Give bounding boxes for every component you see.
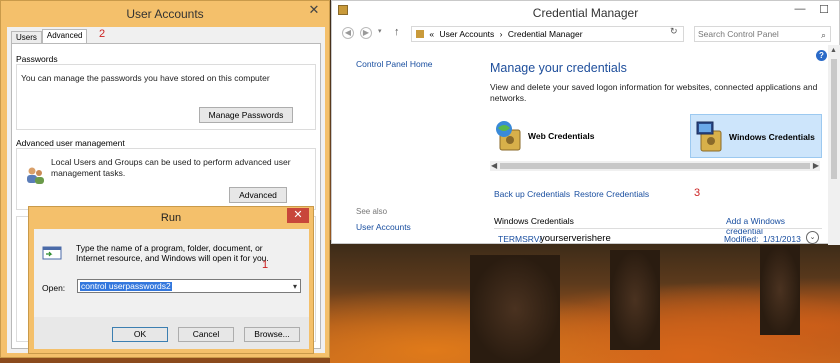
credential-manager-titlebar[interactable]: Credential Manager — ☐ xyxy=(332,1,839,23)
step-annotation-3: 3 xyxy=(694,187,701,199)
user-accounts-titlebar[interactable]: User Accounts ✕ xyxy=(1,1,329,27)
section-divider xyxy=(494,228,822,229)
breadcrumb-item-user-accounts[interactable]: User Accounts xyxy=(439,29,494,39)
tree-trunk xyxy=(610,250,660,350)
scroll-right-icon[interactable]: ▶ xyxy=(813,161,819,170)
manage-passwords-button[interactable]: Manage Passwords xyxy=(199,107,293,123)
open-label: Open: xyxy=(42,283,66,293)
windows-credentials-section-label: Windows Credentials xyxy=(494,216,574,226)
windows-credentials-label: Windows Credentials xyxy=(729,132,815,142)
chevron-down-icon[interactable]: ▾ xyxy=(293,282,297,291)
breadcrumb-item-credential-manager[interactable]: Credential Manager xyxy=(508,29,583,39)
users-group-icon xyxy=(25,165,45,185)
page-subtitle: View and delete your saved logon informa… xyxy=(490,82,818,103)
browse-button[interactable]: Browse... xyxy=(244,327,300,342)
credential-manager-sidebar: Control Panel Home See also User Account… xyxy=(332,49,480,244)
advanced-user-management-heading: Advanced user management xyxy=(16,138,125,148)
credential-modified-label: Modified: xyxy=(724,234,759,244)
control-panel-icon xyxy=(416,30,424,38)
web-credentials-icon xyxy=(494,120,524,152)
search-input[interactable]: Search Control Panel ⌕ xyxy=(694,26,831,42)
breadcrumb-separator: › xyxy=(499,29,503,39)
run-dialog-close-button[interactable]: ✕ xyxy=(287,208,309,223)
advanced-user-management-group: Local Users and Groups can be used to pe… xyxy=(16,148,316,210)
open-command-value: control userpasswords2 xyxy=(80,281,172,291)
credential-manager-window: Credential Manager — ☐ ◀ ▶ ▾ ↑ « User Ac… xyxy=(331,0,840,245)
search-icon[interactable]: ⌕ xyxy=(821,28,826,42)
credential-entry-prefix: TERMSRV/ xyxy=(498,234,542,244)
tiles-horizontal-scrollbar[interactable]: ◀ ▶ xyxy=(490,161,820,171)
scroll-up-icon[interactable]: ▲ xyxy=(830,47,837,54)
run-program-icon xyxy=(42,245,62,261)
windows-credentials-icon xyxy=(695,121,725,153)
tree-trunk xyxy=(760,245,800,335)
run-dialog-footer: OK Cancel Browse... xyxy=(34,317,309,349)
advanced-user-management-text: Local Users and Groups can be used to pe… xyxy=(51,157,291,178)
credential-entry-host: yourserverishere xyxy=(540,233,611,244)
step-annotation-2: 2 xyxy=(99,28,106,40)
forward-arrow-icon[interactable]: ▶ xyxy=(360,27,372,39)
web-credentials-label: Web Credentials xyxy=(528,131,595,141)
scroll-left-icon[interactable]: ◀ xyxy=(491,161,497,170)
run-dialog-title: Run xyxy=(160,212,182,224)
vertical-scroll-thumb[interactable] xyxy=(831,59,837,179)
run-dialog-body: Type the name of a program, folder, docu… xyxy=(34,229,309,349)
advanced-button[interactable]: Advanced xyxy=(229,187,287,203)
minimize-button[interactable]: — xyxy=(790,3,810,15)
breadcrumb-prefix: « xyxy=(429,29,435,39)
search-placeholder: Search Control Panel xyxy=(698,29,779,39)
expand-chevron-icon[interactable]: ⌄ xyxy=(806,231,819,244)
passwords-text: You can manage the passwords you have st… xyxy=(21,73,270,83)
credential-modified-date: 1/31/2013 xyxy=(763,234,801,244)
passwords-heading: Passwords xyxy=(16,54,58,64)
maximize-button[interactable]: ☐ xyxy=(814,3,834,16)
user-accounts-title: User Accounts xyxy=(126,7,204,21)
web-credentials-tile[interactable]: Web Credentials xyxy=(490,114,630,158)
refresh-icon[interactable]: ↻ xyxy=(670,26,678,37)
page-title: Manage your credentials xyxy=(490,61,627,75)
see-also-label: See also xyxy=(356,207,388,216)
credential-manager-main: Manage your credentials View and delete … xyxy=(482,49,822,244)
user-accounts-tabs: Users Advanced xyxy=(11,29,88,44)
cancel-button[interactable]: Cancel xyxy=(178,327,234,342)
run-dialog: Run ✕ Type the name of a program, folder… xyxy=(28,206,314,354)
up-arrow-icon[interactable]: ↑ xyxy=(394,26,400,38)
user-accounts-close-button[interactable]: ✕ xyxy=(303,1,325,18)
tree-trunk xyxy=(470,255,560,363)
step-annotation-1: 1 xyxy=(262,259,269,271)
open-command-input[interactable]: control userpasswords2 ▾ xyxy=(77,279,301,293)
run-dialog-description: Type the name of a program, folder, docu… xyxy=(76,243,269,263)
back-arrow-icon[interactable]: ◀ xyxy=(342,27,354,39)
vertical-scrollbar[interactable]: ▲ xyxy=(828,45,840,245)
windows-credentials-tile[interactable]: Windows Credentials xyxy=(690,114,822,158)
passwords-group: You can manage the passwords you have st… xyxy=(16,64,316,130)
credential-manager-title: Credential Manager xyxy=(532,6,639,20)
see-also-user-accounts-link[interactable]: User Accounts xyxy=(356,222,411,232)
horizontal-scroll-thumb[interactable] xyxy=(500,163,810,169)
control-panel-home-link[interactable]: Control Panel Home xyxy=(356,59,433,69)
backup-credentials-link[interactable]: Back up Credentials xyxy=(494,189,570,199)
restore-credentials-link[interactable]: Restore Credentials xyxy=(574,189,649,199)
address-bar[interactable]: « User Accounts › Credential Manager xyxy=(411,26,684,42)
tab-advanced[interactable]: Advanced xyxy=(41,29,88,44)
ok-button[interactable]: OK xyxy=(112,327,168,342)
recent-pages-chevron-icon[interactable]: ▾ xyxy=(378,27,382,35)
